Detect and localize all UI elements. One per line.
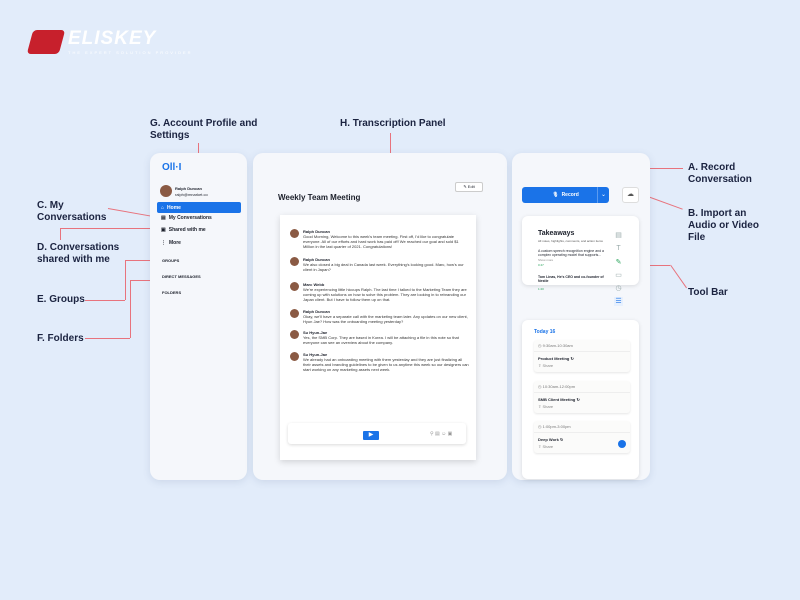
message-text: Yes, the SMB Corp. They are based in Kor…	[303, 335, 459, 345]
microphone-icon: 🎙	[552, 192, 559, 198]
share-link[interactable]: ⇪ Share	[534, 444, 630, 453]
share-link[interactable]: ⇪ Share	[534, 404, 630, 413]
play-button[interactable]: ▶	[363, 431, 379, 440]
annotation-toolbar: Tool Bar	[688, 287, 728, 298]
transcript-message: Su Hyun-Jae We already had an onboarding …	[290, 352, 470, 372]
show-more-link[interactable]: Show more	[538, 258, 553, 262]
speaker-avatar	[290, 282, 299, 291]
takeaways-title: Takeaways	[538, 230, 575, 237]
annotation-e: E. Groups	[37, 294, 85, 305]
event-title: SMB Client Meeting ↻	[538, 397, 580, 402]
takeaway-item[interactable]: A custom speech recognition engine and a…	[538, 249, 608, 257]
event-title: Product Meeting ↻	[538, 356, 574, 361]
event-time: ◷ 1:00pm-3:00pm	[534, 421, 630, 433]
text-tool-icon[interactable]: T	[614, 244, 623, 253]
annotation-g: G. Account Profile and Settings	[150, 118, 258, 141]
calendar-event[interactable]: ◷ 10:30am-12:00pm SMB Client Meeting ↻ ⇪ S…	[534, 381, 630, 413]
annotation-f: F. Folders	[37, 333, 84, 344]
speaker-avatar	[290, 330, 299, 339]
record-button[interactable]: 🎙 Record	[522, 187, 609, 203]
app-logo: Oll·I	[162, 162, 182, 173]
user-name: Ralph Duncan	[175, 186, 202, 191]
event-time: ◷ 9:30am-10:30am	[534, 340, 630, 352]
section-folders[interactable]: FOLDERS	[162, 290, 181, 295]
transcript-title: Weekly Team Meeting	[278, 193, 361, 202]
transcript-message: Ralph Duncan Okay, we'll have a separate …	[290, 309, 470, 324]
more-vertical-icon: ⋮	[161, 239, 166, 246]
transcript-message: Su Hyun-Jae Yes, the SMB Corp. They are b…	[290, 330, 470, 345]
annotation-d: D. Conversations shared with me	[37, 242, 120, 265]
document-icon: ▤	[161, 214, 166, 221]
notes-tool-icon[interactable]: ▤	[614, 231, 623, 240]
speaker-avatar	[290, 309, 299, 318]
brand-logo-mark	[26, 30, 66, 54]
avatar[interactable]	[160, 185, 172, 197]
list-tool-icon[interactable]: ☰	[614, 297, 623, 306]
message-text: We're experiencing little hiccups Ralph.…	[303, 287, 467, 302]
event-time: ◷ 10:30am-12:00pm	[534, 381, 630, 393]
brand-tagline: THE EXPERT SOLUTION PROVIDER	[68, 50, 193, 55]
sidebar-item-shared[interactable]: ▣ Shared with me	[157, 224, 241, 235]
speaker-avatar	[290, 257, 299, 266]
chevron-down-icon[interactable]: ⌄	[597, 187, 609, 203]
transcript-message: Ralph Duncan Good Morning, Welcome to thi…	[290, 229, 470, 249]
annotation-c: C. My Conversations	[37, 200, 107, 223]
sidebar-item-more[interactable]: ⋮ More	[157, 237, 241, 248]
action-item-tool-icon[interactable]: ◷	[614, 284, 623, 293]
sidebar-item-my-conversations[interactable]: ▤ My Conversations	[157, 212, 241, 223]
share-link[interactable]: ⇪ Share	[534, 363, 630, 372]
import-upload-button[interactable]: ☁	[622, 187, 639, 203]
transcript-message: Marc Webb We're experiencing little hiccu…	[290, 282, 470, 302]
user-email: ralph@mnarket.co	[175, 192, 208, 197]
brand-name: ELISKEY	[68, 28, 157, 49]
microphone-fab[interactable]	[618, 440, 626, 448]
takeaways-subtitle: All notes, highlights, comments, and act…	[538, 239, 603, 243]
message-text: Okay, we'll have a separate call with th…	[303, 314, 468, 324]
calendar-event[interactable]: ◷ 9:30am-10:30am Product Meeting ↻ ⇪ Share	[534, 340, 630, 372]
speaker-avatar	[290, 229, 299, 238]
highlight-tool-icon[interactable]: ✎	[614, 258, 623, 267]
section-groups[interactable]: GROUPS	[162, 258, 179, 263]
speaker-avatar	[290, 352, 299, 361]
event-title: Deep Work ↻	[538, 437, 564, 442]
section-direct-messages[interactable]: DIRECT MESSAGES	[162, 274, 201, 279]
takeaway-item[interactable]: Tom Linas, He's CEO and co-founder of Ne…	[538, 275, 608, 283]
message-text: We already had an onboarding meeting wit…	[303, 357, 469, 372]
transcript-message: Ralph Duncan We also closed a big deal in…	[290, 257, 470, 272]
home-icon: ⌂	[161, 204, 165, 211]
comment-tool-icon[interactable]: ▭	[614, 271, 623, 280]
takeaway-time: 1:20	[538, 287, 544, 291]
annotation-b: B. Import an Audio or Video File	[688, 208, 759, 243]
annotation-h: H. Transcription Panel	[340, 118, 446, 129]
takeaway-time: 0:47	[538, 263, 544, 267]
message-text: We also closed a big deal in Canada last…	[303, 262, 464, 272]
annotation-a: A. Record Conversation	[688, 162, 752, 185]
player-tools-icons[interactable]: ⚲ ▤ ☺ ▣	[430, 431, 452, 437]
message-text: Good Morning, Welcome to this week's tea…	[303, 234, 459, 249]
calendar-event[interactable]: ◷ 1:00pm-3:00pm Deep Work ↻ ⇪ Share	[534, 421, 630, 453]
shared-icon: ▣	[161, 226, 166, 233]
calendar-day: Today 16	[534, 329, 556, 335]
edit-button[interactable]: ✎ Edit	[455, 182, 483, 192]
